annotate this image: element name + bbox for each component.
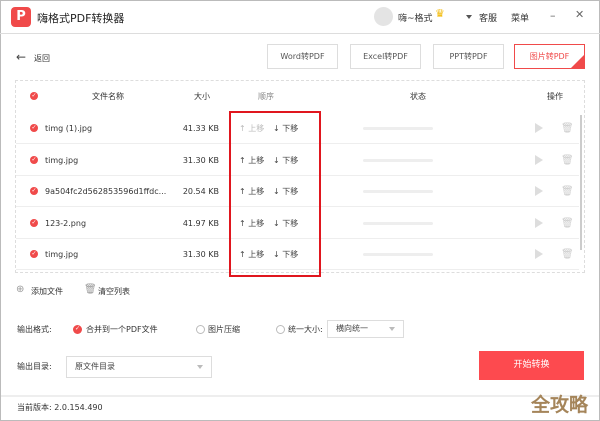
header-order: 顺序	[258, 92, 274, 101]
watermark: 全攻略	[531, 394, 589, 416]
delete-icon[interactable]: 🗑	[561, 145, 574, 176]
tab-image-to-pdf[interactable]: 图片转PDF	[514, 44, 585, 69]
tab-word-to-pdf[interactable]: Word转PDF	[267, 44, 338, 69]
tab-ppt-to-pdf[interactable]: PPT转PDF	[433, 44, 504, 69]
delete-icon[interactable]: 🗑	[561, 176, 574, 207]
add-icon[interactable]: ⊕	[16, 284, 24, 295]
chevron-down-icon	[389, 327, 395, 331]
play-icon[interactable]	[535, 154, 543, 165]
minimize-icon[interactable]: –	[550, 9, 556, 22]
unify-radio[interactable]	[276, 325, 285, 334]
merge-option[interactable]: 合并到一个PDF文件	[86, 324, 158, 335]
file-name: 123-2.png	[45, 218, 87, 228]
tab-excel-to-pdf[interactable]: Excel转PDF	[350, 44, 421, 69]
select-all-checkbox[interactable]: ✓	[30, 92, 38, 100]
output-format-label: 输出格式:	[17, 325, 52, 334]
progress-bar	[363, 221, 433, 225]
header-status: 状态	[410, 92, 426, 101]
trash-icon[interactable]: 🗑	[84, 284, 97, 295]
unify-value: 横向统一	[336, 324, 368, 333]
footer-divider	[1, 395, 599, 397]
dropdown-caret-icon[interactable]	[466, 15, 472, 19]
start-convert-button[interactable]: 开始转换	[479, 351, 584, 380]
file-name: timg.jpg	[45, 250, 79, 259]
file-name: timg.jpg	[45, 155, 79, 165]
row-checkbox[interactable]: ✓	[30, 250, 38, 258]
chevron-down-icon	[197, 365, 203, 369]
clear-list-button[interactable]: 清空列表	[98, 286, 130, 297]
progress-bar	[363, 253, 433, 256]
highlight-box	[229, 111, 321, 277]
row-checkbox[interactable]: ✓	[30, 187, 38, 195]
output-dir-select[interactable]: 原文件目录	[66, 356, 212, 378]
output-dir-label: 输出目录:	[17, 362, 52, 371]
app-title: 嗨格式PDF转换器	[37, 12, 125, 25]
back-arrow-icon[interactable]: ←	[16, 50, 26, 64]
progress-bar	[363, 127, 433, 130]
app-logo: P	[11, 7, 31, 27]
file-name: 9a504fc2d562853596d1ffdc...	[45, 187, 167, 196]
unify-select[interactable]: 横向统一	[327, 320, 404, 338]
header-name: 文件名称	[92, 92, 124, 101]
crown-icon: ♛	[435, 7, 445, 20]
file-size: 20.54 KB	[182, 187, 219, 196]
service-button[interactable]: 客服	[479, 11, 497, 24]
user-name[interactable]: 嗨~格式	[398, 11, 433, 24]
row-checkbox[interactable]: ✓	[30, 218, 38, 227]
file-size: 31.30 KB	[182, 155, 219, 165]
delete-icon[interactable]: 🗑	[561, 113, 574, 144]
file-size: 41.97 KB	[182, 218, 219, 228]
delete-icon[interactable]: 🗑	[561, 239, 574, 270]
menu-button[interactable]: 菜单	[511, 11, 529, 24]
dir-value: 原文件目录	[75, 362, 115, 371]
file-name: timg (1).jpg	[45, 124, 93, 133]
header-size: 大小	[194, 92, 210, 101]
active-check-icon	[571, 55, 584, 68]
progress-bar	[363, 190, 433, 193]
play-icon[interactable]	[535, 123, 543, 133]
close-icon[interactable]: ✕	[575, 8, 584, 21]
play-icon[interactable]	[535, 186, 543, 196]
delete-icon[interactable]: 🗑	[561, 208, 574, 239]
version-text: 当前版本: 2.0.154.490	[17, 403, 103, 412]
unify-option[interactable]: 统一大小:	[288, 324, 323, 335]
back-button[interactable]: 返回	[34, 53, 50, 64]
row-checkbox[interactable]: ✓	[30, 155, 38, 164]
add-file-button[interactable]: 添加文件	[31, 286, 63, 297]
header-actions: 操作	[547, 92, 563, 101]
progress-bar	[363, 158, 433, 162]
row-checkbox[interactable]: ✓	[30, 124, 38, 132]
play-icon[interactable]	[535, 217, 543, 228]
avatar[interactable]	[374, 7, 393, 26]
compress-radio[interactable]	[196, 325, 205, 334]
scrollbar[interactable]	[580, 115, 582, 250]
file-size: 41.33 KB	[182, 124, 219, 133]
tab-label: 图片转PDF	[529, 52, 570, 61]
merge-radio[interactable]: ✓	[73, 325, 82, 334]
file-size: 31.30 KB	[182, 250, 219, 259]
play-icon[interactable]	[535, 249, 543, 259]
compress-option[interactable]: 图片压缩	[208, 324, 240, 335]
